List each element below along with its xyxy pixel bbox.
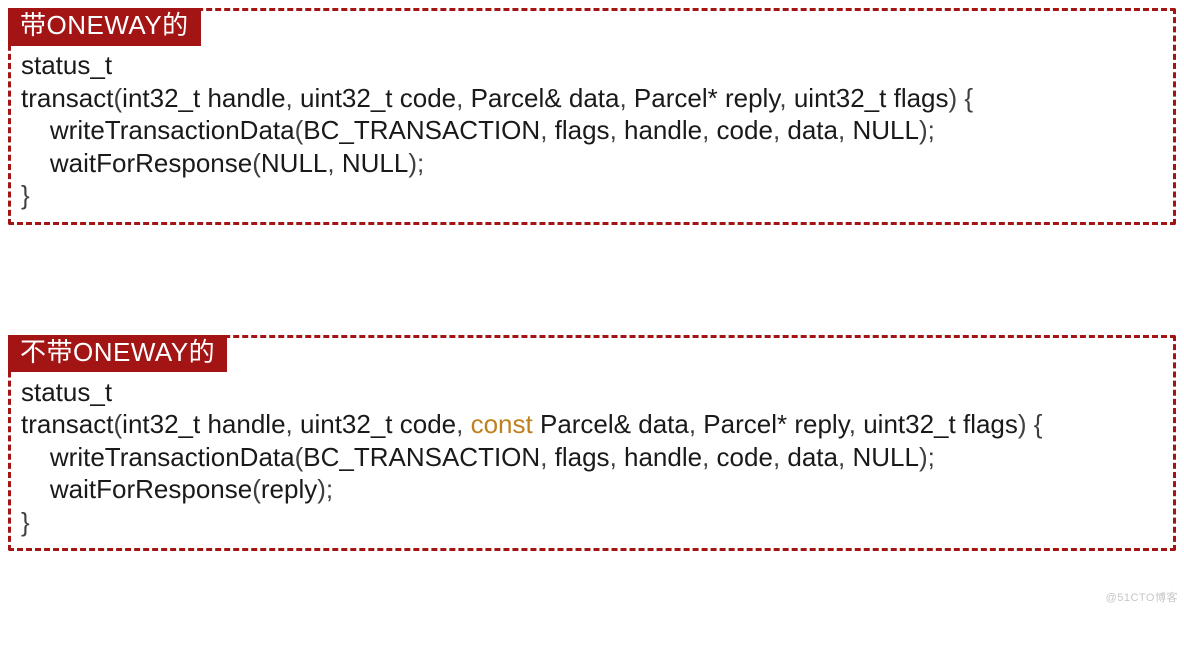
code-token: NULL [261, 148, 327, 178]
code-token: ( [114, 409, 123, 439]
code-token: , [540, 115, 554, 145]
code-token: , [773, 442, 787, 472]
code-token: const [471, 409, 533, 439]
block-title-oneway: 带ONEWAY的 [8, 8, 201, 46]
code-token: , [327, 148, 341, 178]
code-token: } [21, 507, 30, 537]
code-token: writeTransactionData [21, 115, 295, 145]
code-token: , [779, 83, 793, 113]
code-token: , [610, 442, 624, 472]
code-token: ); [317, 474, 333, 504]
code-token: handle [624, 115, 702, 145]
code-token: } [21, 180, 30, 210]
code-block-oneway: 带ONEWAY的 status_t transact(int32_t handl… [8, 8, 1176, 225]
code-token: NULL [342, 148, 408, 178]
code-token: transact [21, 83, 114, 113]
code-token: ) { [1018, 409, 1043, 439]
code-token: ) { [949, 83, 974, 113]
code-token: , [619, 83, 633, 113]
code-block-no-oneway: 不带ONEWAY的 status_t transact(int32_t hand… [8, 335, 1176, 552]
code-token: NULL [852, 115, 918, 145]
code-token: data [787, 115, 838, 145]
code-token: , [702, 442, 716, 472]
code-token: code [717, 115, 773, 145]
code-token: ( [295, 442, 304, 472]
code-token: handle [624, 442, 702, 472]
code-content-oneway: status_t transact(int32_t handle, uint32… [21, 29, 1163, 212]
code-token: BC_TRANSACTION [303, 115, 540, 145]
code-token: ( [252, 148, 261, 178]
watermark: @51CTO博客 [1106, 589, 1178, 605]
code-token: reply [261, 474, 317, 504]
code-token: NULL [852, 442, 918, 472]
code-token: ( [252, 474, 261, 504]
code-token: , [286, 409, 300, 439]
code-token: Parcel& data [533, 409, 689, 439]
code-token: transact [21, 409, 114, 439]
code-token: , [456, 83, 470, 113]
code-token: int32_t handle [122, 83, 285, 113]
code-token: , [286, 83, 300, 113]
code-token: status_t [21, 377, 112, 407]
block-title-no-oneway: 不带ONEWAY的 [8, 335, 227, 373]
code-token: ); [919, 442, 935, 472]
code-token: flags [555, 442, 610, 472]
code-token: waitForResponse [21, 148, 252, 178]
code-token: , [838, 442, 852, 472]
code-token: int32_t handle [122, 409, 285, 439]
code-content-no-oneway: status_t transact(int32_t handle, uint32… [21, 356, 1163, 539]
code-token: code [717, 442, 773, 472]
code-token: status_t [21, 50, 112, 80]
code-token: , [838, 115, 852, 145]
code-token: flags [555, 115, 610, 145]
code-token: Parcel* reply [703, 409, 848, 439]
code-token: ); [408, 148, 424, 178]
code-token: , [456, 409, 470, 439]
code-token: , [849, 409, 863, 439]
code-token: uint32_t code [300, 409, 456, 439]
code-token: data [787, 442, 838, 472]
code-token: uint32_t flags [794, 83, 949, 113]
code-token: waitForResponse [21, 474, 252, 504]
code-token: uint32_t code [300, 83, 456, 113]
code-token: BC_TRANSACTION [303, 442, 540, 472]
code-token: , [773, 115, 787, 145]
code-token: , [689, 409, 703, 439]
code-token: Parcel* reply [634, 83, 779, 113]
code-token: ( [114, 83, 123, 113]
code-token: writeTransactionData [21, 442, 295, 472]
code-token: , [702, 115, 716, 145]
code-token: , [540, 442, 554, 472]
code-token: , [610, 115, 624, 145]
code-token: Parcel& data [471, 83, 620, 113]
code-token: ( [295, 115, 304, 145]
code-token: uint32_t flags [863, 409, 1018, 439]
code-token: ); [919, 115, 935, 145]
